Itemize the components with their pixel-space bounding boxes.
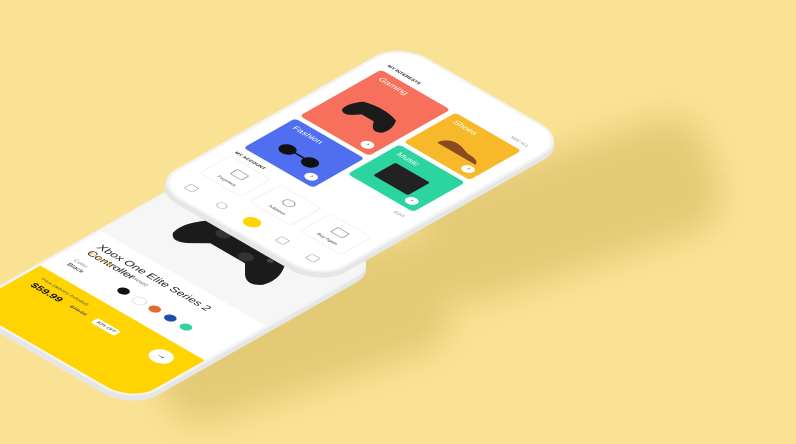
- price: $59.99: [27, 281, 66, 304]
- search-nav-icon[interactable]: [213, 201, 230, 211]
- edit-link[interactable]: EDIT: [392, 210, 406, 218]
- card-arrow-icon[interactable]: ›: [402, 195, 422, 207]
- calendar-icon: [329, 226, 351, 239]
- scene: ← Xbox One Elite Series 2 Controller ★★★…: [0, 0, 796, 444]
- favorites-nav-icon[interactable]: [274, 236, 291, 246]
- swatch-white[interactable]: [128, 295, 150, 307]
- discount-badge: 30% OFF: [90, 318, 122, 337]
- music-image: [373, 162, 431, 196]
- cart-nav-icon[interactable]: [304, 253, 321, 263]
- swatch-blue[interactable]: [161, 313, 180, 324]
- account-payment[interactable]: Payment: [199, 155, 272, 197]
- card-label-shoes: Shoes: [450, 119, 481, 137]
- card-icon: [229, 168, 250, 181]
- card-arrow-icon[interactable]: ›: [357, 139, 378, 151]
- gaming-controller-image: [341, 101, 397, 133]
- location-pin-icon: [279, 197, 299, 209]
- swatch-teal[interactable]: [177, 322, 195, 333]
- swatch-black[interactable]: [114, 286, 133, 297]
- profile-nav-icon[interactable]: [239, 214, 265, 230]
- swatch-orange[interactable]: [145, 304, 164, 315]
- home-nav-icon[interactable]: [183, 183, 200, 193]
- account-buy-again[interactable]: Buy Again: [299, 213, 373, 255]
- next-arrow-button[interactable]: →: [143, 346, 179, 367]
- shoe-image: [437, 140, 477, 165]
- card-arrow-icon[interactable]: ›: [301, 171, 321, 183]
